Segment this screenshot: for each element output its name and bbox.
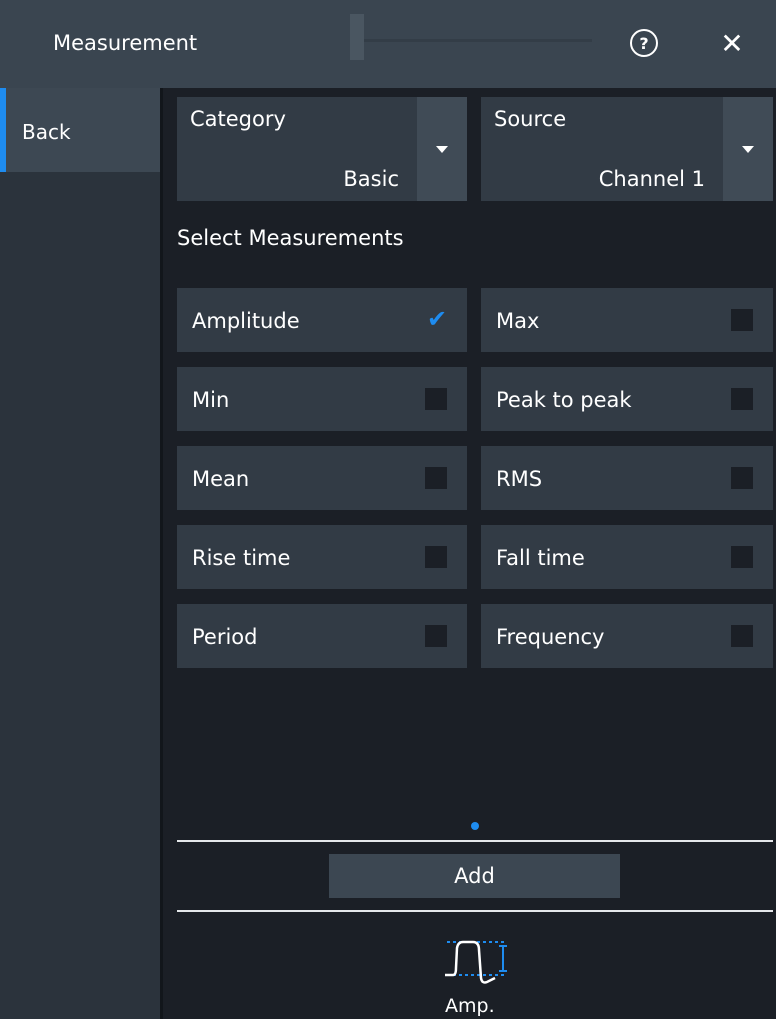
measurement-label: Period: [192, 625, 258, 649]
chevron-down-icon: [436, 145, 448, 153]
measurement-label: Peak to peak: [496, 388, 632, 412]
source-label: Source: [494, 107, 567, 131]
source-value: Channel 1: [598, 167, 705, 191]
measurement-rise-time[interactable]: Rise time: [177, 525, 467, 589]
measurement-label: Fall time: [496, 546, 585, 570]
selected-indicator: [0, 88, 6, 172]
source-dropdown-button[interactable]: [723, 97, 773, 201]
close-icon: ✕: [720, 27, 744, 60]
rise-time-checkbox[interactable]: [425, 546, 447, 568]
sidebar-item-back[interactable]: Back: [0, 88, 160, 172]
measurement-label: Min: [192, 388, 230, 412]
min-checkbox[interactable]: [425, 388, 447, 410]
measurement-frequency[interactable]: Frequency: [481, 604, 773, 668]
peak-to-peak-checkbox[interactable]: [731, 388, 753, 410]
measurement-label: RMS: [496, 467, 543, 491]
rms-checkbox[interactable]: [731, 467, 753, 489]
divider: [177, 840, 773, 842]
divider: [177, 910, 773, 912]
amplitude-waveform-icon: [445, 940, 507, 984]
selected-measurement-label: Amp.: [445, 995, 495, 1017]
measurement-min[interactable]: Min: [177, 367, 467, 431]
measurement-label: Frequency: [496, 625, 605, 649]
measurement-label: Amplitude: [192, 309, 300, 333]
check-icon: ✔: [427, 305, 448, 333]
measurement-peak-to-peak[interactable]: Peak to peak: [481, 367, 773, 431]
max-checkbox[interactable]: [731, 309, 753, 331]
measurement-rms[interactable]: RMS: [481, 446, 773, 510]
measurement-label: Mean: [192, 467, 250, 491]
help-button[interactable]: ?: [630, 29, 658, 57]
measurement-label: Rise time: [192, 546, 291, 570]
drag-handle[interactable]: [350, 14, 364, 60]
close-button[interactable]: ✕: [714, 26, 750, 62]
sidebar-item-label: Back: [22, 120, 71, 144]
sidebar-divider: [160, 88, 163, 1019]
section-title: Select Measurements: [177, 226, 404, 250]
fall-time-checkbox[interactable]: [731, 546, 753, 568]
source-dropdown[interactable]: Source Channel 1: [481, 97, 773, 201]
window-title: Measurement: [53, 31, 198, 55]
amplitude-checkbox[interactable]: ✔: [425, 305, 447, 333]
sidebar: [0, 88, 160, 1019]
measurement-label: Max: [496, 309, 540, 333]
category-label: Category: [190, 107, 286, 131]
frequency-checkbox[interactable]: [731, 625, 753, 647]
measurement-amplitude[interactable]: Amplitude ✔: [177, 288, 467, 352]
measurement-max[interactable]: Max: [481, 288, 773, 352]
chevron-down-icon: [742, 145, 754, 153]
help-icon: ?: [639, 33, 649, 53]
period-checkbox[interactable]: [425, 625, 447, 647]
measurement-fall-time[interactable]: Fall time: [481, 525, 773, 589]
measurement-period[interactable]: Period: [177, 604, 467, 668]
add-button[interactable]: Add: [329, 854, 620, 898]
drag-track: [364, 39, 592, 42]
category-value: Basic: [343, 167, 399, 191]
page-indicator[interactable]: [471, 822, 479, 830]
title-bar: Measurement ? ✕: [0, 0, 776, 88]
category-dropdown[interactable]: Category Basic: [177, 97, 467, 201]
category-dropdown-button[interactable]: [417, 97, 467, 201]
measurement-mean[interactable]: Mean: [177, 446, 467, 510]
mean-checkbox[interactable]: [425, 467, 447, 489]
